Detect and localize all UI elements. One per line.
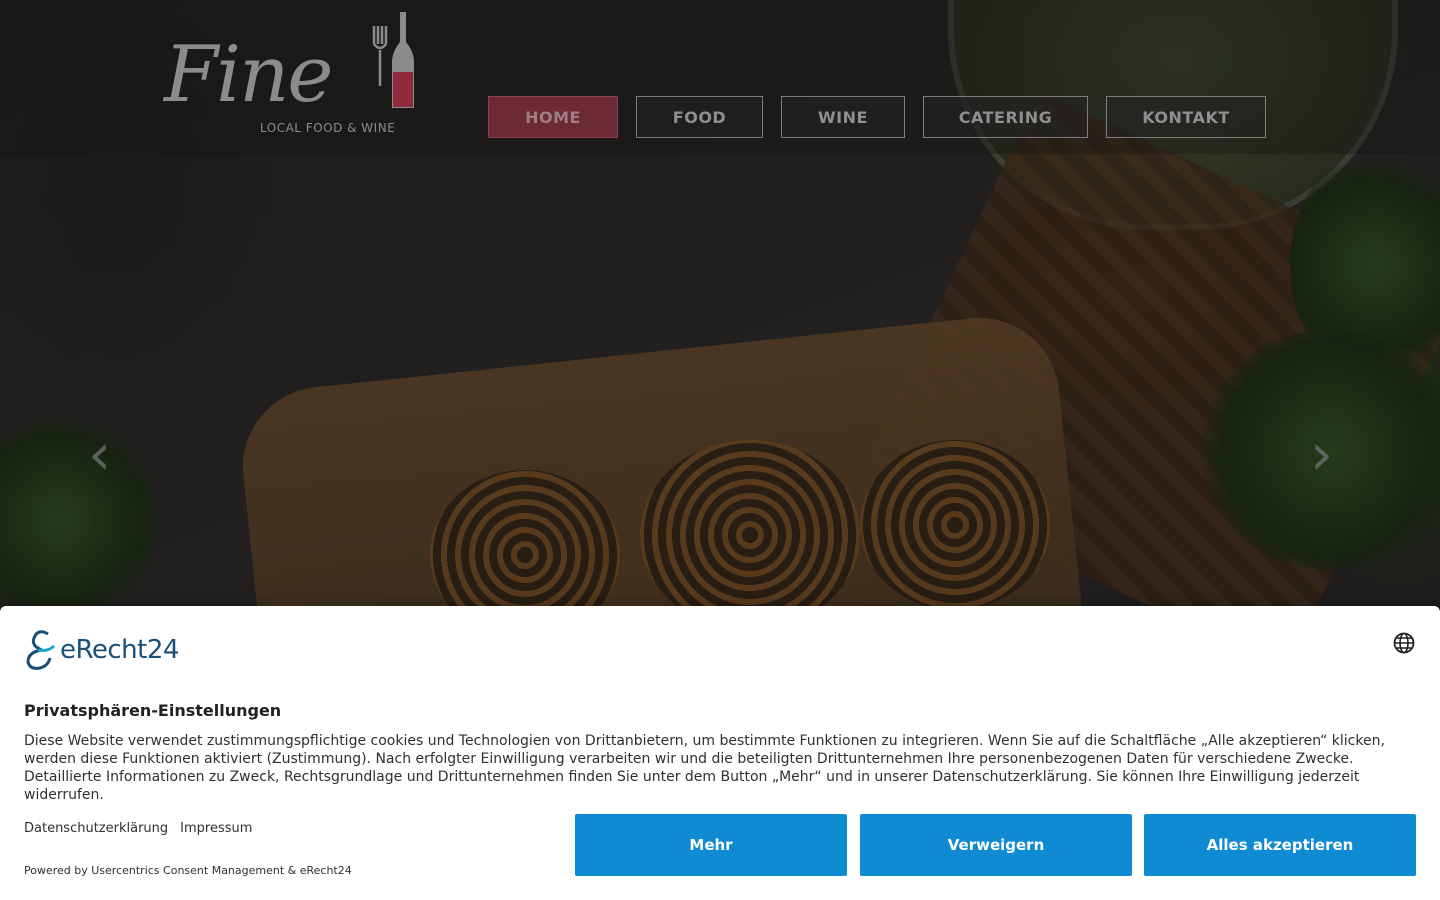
more-button[interactable]: Mehr	[575, 814, 847, 876]
privacy-link[interactable]: Datenschutzerklärung	[24, 821, 168, 836]
main-nav: HOME FOOD WINE CATERING KONTAKT	[488, 96, 1266, 138]
consent-links: Datenschutzerklärung Impressum	[24, 821, 252, 836]
nav-home[interactable]: HOME	[488, 96, 618, 138]
consent-banner: eRecht24 Privatsphären-Einstellungen Die…	[0, 606, 1440, 900]
erecht24-mark-icon	[26, 630, 56, 670]
nav-catering[interactable]: CATERING	[923, 96, 1088, 138]
site-header: Fine LOCAL FOOD & WINE HOME FOOD WINE CA…	[0, 0, 1440, 154]
slider-prev-icon[interactable]: ‹	[88, 425, 111, 483]
consent-title: Privatsphären-Einstellungen	[24, 701, 282, 720]
logo-tagline: LOCAL FOOD & WINE	[260, 121, 396, 135]
deny-button[interactable]: Verweigern	[860, 814, 1132, 876]
imprint-link[interactable]: Impressum	[180, 821, 252, 836]
globe-icon[interactable]	[1393, 632, 1415, 654]
slider-next-icon[interactable]: ›	[1310, 425, 1333, 483]
powered-by-text: Powered by Usercentrics Consent Manageme…	[24, 864, 352, 877]
consent-text: Diese Website verwendet zustimmungspflic…	[24, 733, 1385, 803]
nav-wine[interactable]: WINE	[781, 96, 905, 138]
site-logo[interactable]: Fine LOCAL FOOD & WINE	[164, 12, 414, 137]
fork-icon	[372, 26, 388, 86]
erecht24-logo: eRecht24	[24, 630, 179, 670]
logo-script-text: Fine	[164, 30, 333, 120]
accept-all-button[interactable]: Alles akzeptieren	[1144, 814, 1416, 876]
brand-name: eRecht24	[60, 635, 179, 665]
nav-food[interactable]: FOOD	[636, 96, 763, 138]
nav-kontakt[interactable]: KONTAKT	[1106, 96, 1266, 138]
wine-bottle-icon	[392, 12, 414, 108]
